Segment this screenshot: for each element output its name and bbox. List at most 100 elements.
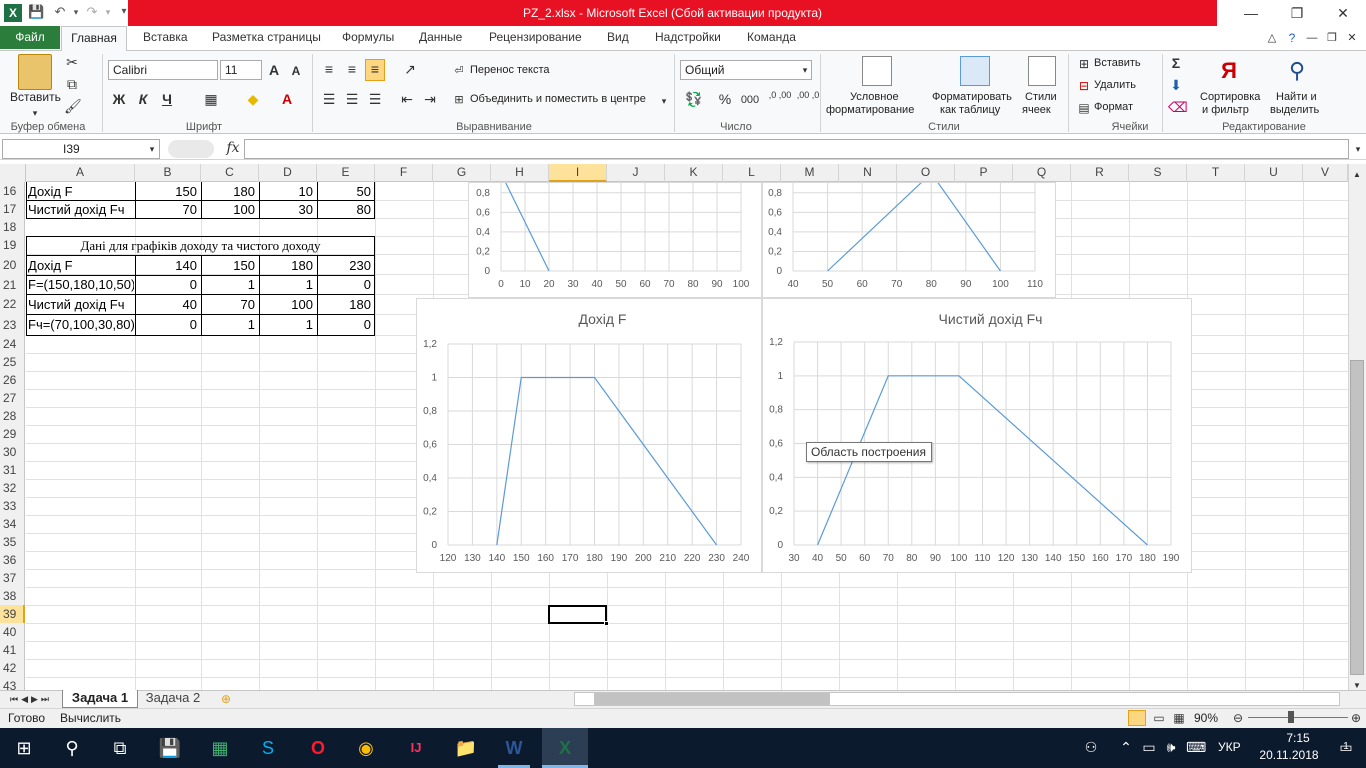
chart-2[interactable]: 0 0,2 0,4 0,6 0,8 40 50 60 70 80 90 100 110 xyxy=(762,172,1056,298)
people-icon[interactable]: ⚇ xyxy=(1082,738,1100,756)
clock-time[interactable]: 7:15 xyxy=(1270,731,1326,745)
tab-file[interactable]: Файл xyxy=(0,26,60,49)
row-header[interactable]: 16 xyxy=(0,182,25,200)
sheet-nav-arrows[interactable]: ⏮◀▶⏭ xyxy=(4,690,58,708)
cell-e22[interactable]: 180 xyxy=(317,295,375,314)
sheet-tab-1[interactable]: Задача 1 xyxy=(62,690,138,708)
cell-b16[interactable]: 150 xyxy=(135,182,201,201)
row-header[interactable]: 27 xyxy=(0,389,25,407)
row-header[interactable]: 17 xyxy=(0,200,25,218)
align-bottom-icon[interactable]: ≡ xyxy=(365,59,385,81)
align-middle-icon[interactable]: ≡ xyxy=(343,60,361,78)
sheet-tab-2[interactable]: Задача 2 xyxy=(140,690,206,708)
row-header[interactable]: 22 xyxy=(0,295,25,313)
cell-a17[interactable]: Чистий дохід Fч xyxy=(28,200,134,219)
borders-icon[interactable]: ▦ xyxy=(202,90,220,108)
battery-icon[interactable]: ▭ xyxy=(1140,738,1158,756)
row-header[interactable]: 43 xyxy=(0,677,25,690)
cell-d23[interactable]: 1 xyxy=(259,315,317,334)
cell-d22[interactable]: 100 xyxy=(259,295,317,314)
col-header-q[interactable]: Q xyxy=(1013,164,1071,182)
increase-decimal-button[interactable]: ,0 ,00 xyxy=(768,91,792,100)
row-header[interactable]: 30 xyxy=(0,443,25,461)
cell-a16[interactable]: Дохід F xyxy=(28,182,134,201)
font-name-select[interactable]: Calibri xyxy=(108,60,218,80)
close-button[interactable]: ✕ xyxy=(1320,0,1366,26)
cell-a19-merged[interactable]: Дані для графіків доходу та чистого дохо… xyxy=(26,236,375,255)
row-header[interactable]: 41 xyxy=(0,641,25,659)
col-header-g[interactable]: G xyxy=(433,164,491,182)
row-header[interactable]: 26 xyxy=(0,371,25,389)
fill-handle[interactable] xyxy=(604,621,609,626)
word-icon[interactable]: W xyxy=(498,732,530,764)
currency-icon[interactable]: 💱 xyxy=(684,90,704,108)
scroll-up-icon[interactable]: ▲ xyxy=(1350,166,1364,184)
cell-a22[interactable]: Чистий дохід Fч xyxy=(28,295,134,314)
row-header[interactable]: 36 xyxy=(0,551,25,569)
orientation-icon[interactable]: ↗ xyxy=(398,60,422,78)
col-header-b[interactable]: B xyxy=(135,164,201,182)
row-header[interactable]: 40 xyxy=(0,623,25,641)
row-header[interactable]: 33 xyxy=(0,497,25,515)
ribbon-minimize-icon[interactable]: △ xyxy=(1264,29,1280,47)
align-center-icon[interactable]: ☰ xyxy=(343,90,361,108)
redo-icon[interactable]: ↷ xyxy=(84,4,100,20)
chart-dohid-f[interactable]: 0 0,2 0,4 0,6 0,8 1 1,2 120 130 140 150 160 170 180 19… xyxy=(416,298,762,573)
tab-team[interactable]: Команда xyxy=(737,26,806,50)
fill-color-icon[interactable]: ◆ xyxy=(244,90,262,108)
col-header-i[interactable]: I xyxy=(549,164,607,182)
doc-minimize-icon[interactable]: — xyxy=(1304,29,1320,47)
cell-e23[interactable]: 0 xyxy=(317,315,375,334)
sort-filter-line2[interactable]: и фильтр xyxy=(1202,103,1249,117)
row-header[interactable]: 18 xyxy=(0,218,25,236)
shrink-font-icon[interactable]: A xyxy=(288,62,304,80)
zoom-in-icon[interactable]: ⊕ xyxy=(1348,709,1364,727)
expand-formula-icon[interactable]: ▾ xyxy=(1352,140,1364,158)
zoom-level[interactable]: 90% xyxy=(1194,711,1218,725)
page-break-view-icon[interactable]: ▦ xyxy=(1170,709,1188,727)
doc-close-icon[interactable]: ✕ xyxy=(1344,29,1360,47)
new-sheet-icon[interactable]: ⊕ xyxy=(216,690,236,708)
number-format-dropdown-icon[interactable]: ▾ xyxy=(800,61,810,79)
sort-filter-line1[interactable]: Сортировка xyxy=(1200,90,1260,104)
redo-dropdown-icon[interactable]: ▾ xyxy=(100,4,116,20)
cell-b17[interactable]: 70 xyxy=(135,200,201,219)
col-header-l[interactable]: L xyxy=(723,164,781,182)
tab-addins[interactable]: Надстройки xyxy=(645,26,731,50)
row-header[interactable]: 38 xyxy=(0,587,25,605)
row-header[interactable]: 34 xyxy=(0,515,25,533)
formula-input[interactable] xyxy=(244,139,1349,159)
row-header[interactable]: 28 xyxy=(0,407,25,425)
zoom-slider-thumb[interactable] xyxy=(1288,711,1294,723)
insert-cells-button[interactable]: Вставить xyxy=(1094,56,1141,70)
cell-styles-line2[interactable]: ячеек xyxy=(1022,103,1051,117)
format-cells-button[interactable]: Формат xyxy=(1094,100,1133,114)
col-header-a[interactable]: A xyxy=(26,164,135,182)
cell-d21[interactable]: 1 xyxy=(259,275,317,294)
merge-dropdown-icon[interactable]: ▾ xyxy=(659,92,669,110)
chart-chystyi-dohid[interactable]: 0 0,2 0,4 0,6 0,8 1 1,2 30 40 50 60 70 80 90 100 110 120… xyxy=(762,298,1192,573)
language-indicator[interactable]: УКР xyxy=(1218,740,1241,754)
number-format-select[interactable]: Общий xyxy=(680,60,812,80)
decrease-indent-icon[interactable]: ⇤ xyxy=(398,90,416,108)
percent-button[interactable]: % xyxy=(716,90,734,108)
italic-button[interactable]: К xyxy=(134,90,152,108)
col-header-s[interactable]: S xyxy=(1129,164,1187,182)
file-explorer-icon[interactable]: 📁 xyxy=(450,732,482,764)
col-header-r[interactable]: R xyxy=(1071,164,1129,182)
windows-start-icon[interactable]: ⊞ xyxy=(8,732,40,764)
col-header-k[interactable]: K xyxy=(665,164,723,182)
sort-filter-icon[interactable]: Я xyxy=(1214,56,1244,86)
excel-taskbar-icon[interactable]: X xyxy=(549,732,581,764)
cell-c16[interactable]: 180 xyxy=(201,182,259,201)
row-header[interactable]: 29 xyxy=(0,425,25,443)
network-icon[interactable]: ⌨ xyxy=(1186,738,1206,756)
status-calculate[interactable]: Вычислить xyxy=(60,711,121,725)
row-header[interactable]: 24 xyxy=(0,335,25,353)
conditional-format-line1[interactable]: Условное xyxy=(850,90,899,104)
insert-function-button[interactable]: fx xyxy=(224,139,242,157)
page-layout-view-icon[interactable]: ▭ xyxy=(1150,709,1168,727)
align-left-icon[interactable]: ☰ xyxy=(320,90,338,108)
name-box-dropdown-icon[interactable]: ▾ xyxy=(146,140,158,158)
increase-indent-icon[interactable]: ⇥ xyxy=(421,90,439,108)
